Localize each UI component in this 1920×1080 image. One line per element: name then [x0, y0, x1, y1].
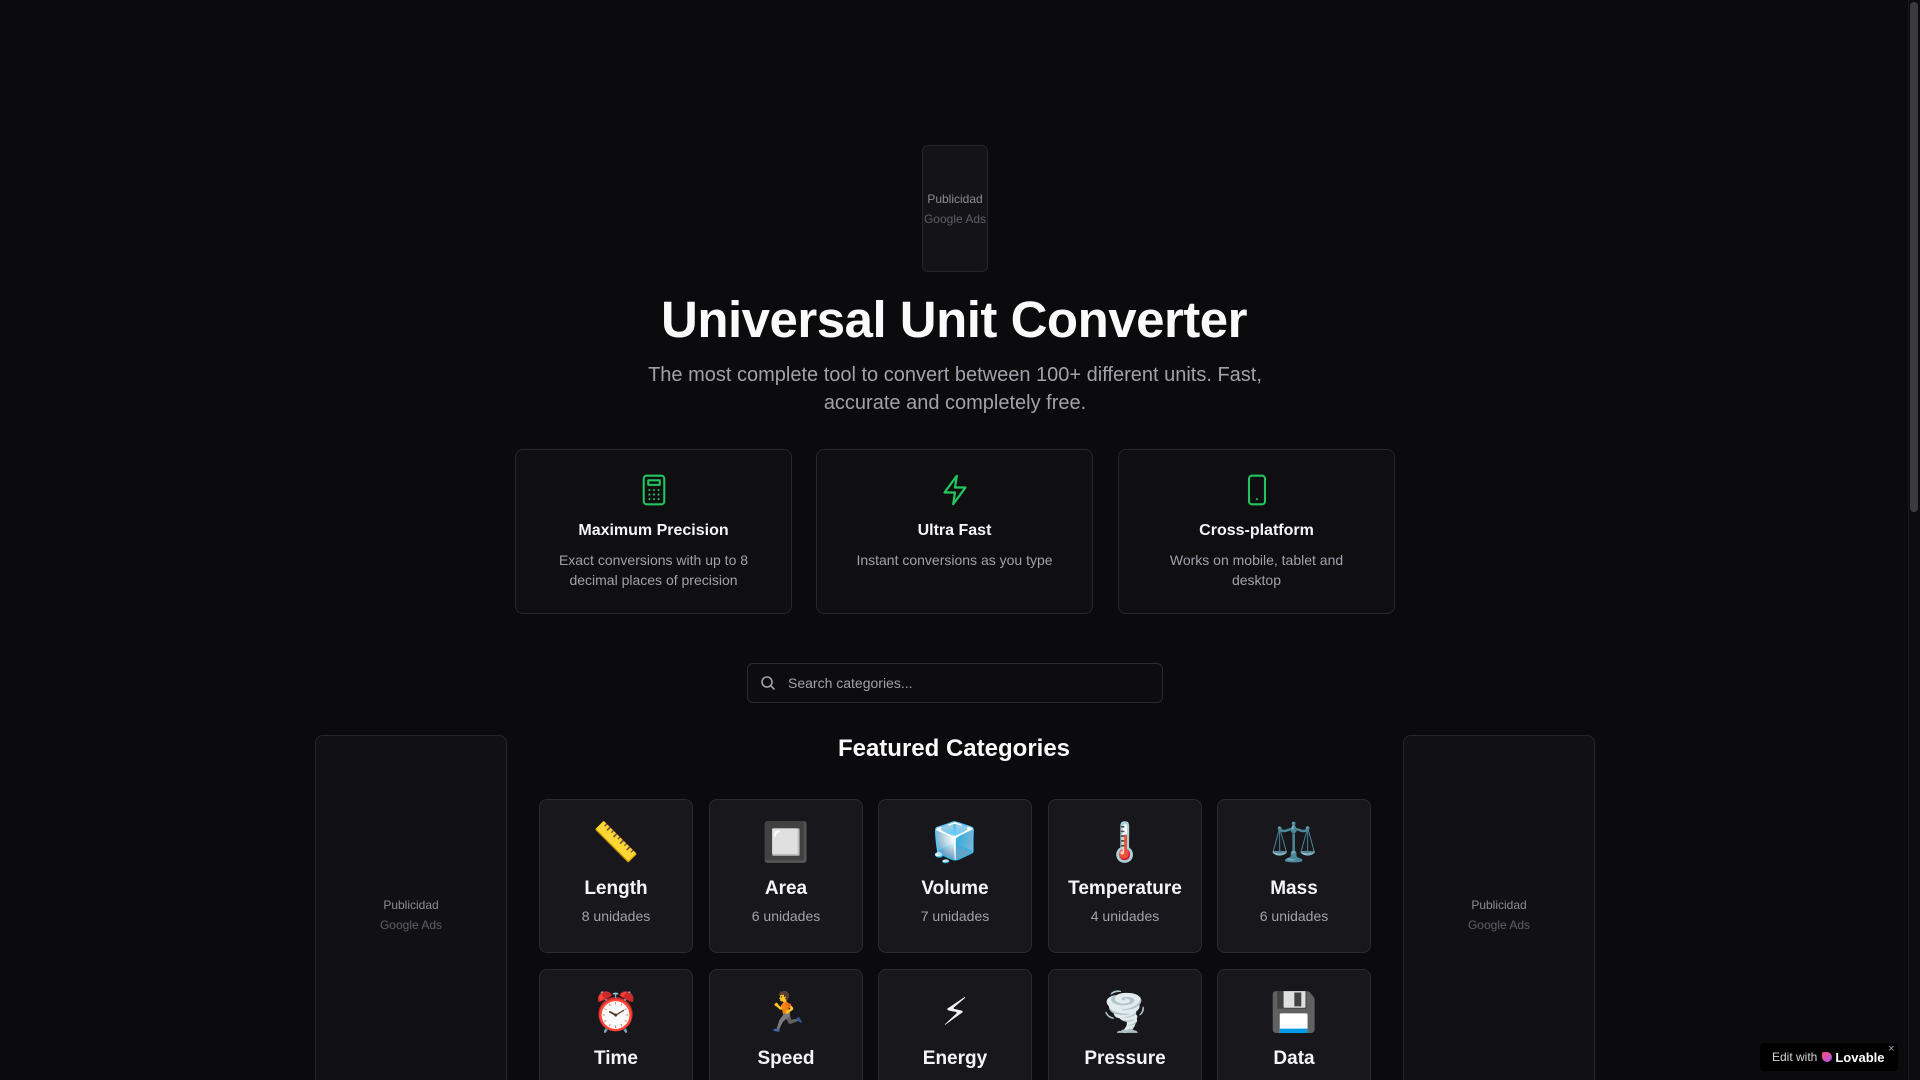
search-box[interactable] [747, 663, 1163, 703]
ad-slot-left[interactable]: Publicidad Google Ads [315, 735, 507, 1080]
feature-card-precision: Maximum Precision Exact conversions with… [515, 449, 792, 614]
page: Publicidad Google Ads Universal Unit Con… [0, 0, 1920, 1080]
feature-description: Instant conversions as you type [856, 552, 1053, 568]
category-name: Pressure [1084, 1048, 1166, 1069]
category-card-volume[interactable]: 🧊 Volume 7 unidades [878, 799, 1032, 953]
category-name: Time [593, 1048, 638, 1069]
category-card-time[interactable]: ⏰ Time [539, 969, 693, 1080]
ad-label: Publicidad [1471, 898, 1527, 912]
runner-icon: 🏃 [762, 990, 810, 1034]
search-icon [760, 675, 776, 691]
featured-categories-title: Featured Categories [837, 735, 1071, 762]
ruler-icon: 📏 [592, 820, 640, 864]
calculator-icon [516, 474, 791, 506]
category-card-area[interactable]: 🔲 Area 6 unidades [709, 799, 863, 953]
feature-title: Ultra Fast [917, 522, 992, 539]
scrollbar-thumb[interactable] [1910, 2, 1918, 512]
feature-description: Exact conversions with up to 8 decimal p… [558, 552, 749, 588]
category-name: Volume [921, 878, 989, 899]
badge-brand: Lovable [1835, 1049, 1885, 1065]
ad-provider: Google Ads [379, 918, 443, 932]
category-name: Mass [1270, 878, 1318, 899]
category-name: Data [1273, 1048, 1315, 1069]
lovable-heart-icon [1822, 1052, 1833, 1062]
category-unit-count: 8 unidades [581, 908, 651, 924]
floppy-disk-icon: 💾 [1270, 990, 1318, 1034]
category-name: Temperature [1068, 878, 1182, 899]
feature-card-cross-platform: Cross-platform Works on mobile, tablet a… [1118, 449, 1395, 614]
category-name: Energy [922, 1048, 988, 1069]
feature-card-fast: Ultra Fast Instant conversions as you ty… [816, 449, 1093, 614]
category-card-energy[interactable]: ⚡ Energy [878, 969, 1032, 1080]
ad-slot-right[interactable]: Publicidad Google Ads [1403, 735, 1595, 1080]
feature-title: Cross-platform [1199, 522, 1314, 539]
badge-prefix: Edit with [1772, 1050, 1818, 1064]
page-subtitle: The most complete tool to convert betwee… [648, 364, 1262, 414]
alarm-clock-icon: ⏰ [592, 990, 640, 1034]
category-card-data[interactable]: 💾 Data [1217, 969, 1371, 1080]
ad-provider: Google Ads [923, 211, 987, 226]
ad-label: Publicidad [383, 898, 439, 912]
category-card-pressure[interactable]: 🌪️ Pressure [1048, 969, 1202, 1080]
ad-slot-top[interactable]: Publicidad Google Ads [922, 145, 988, 272]
category-unit-count: 4 unidades [1090, 908, 1160, 924]
edit-with-lovable-badge[interactable]: Edit with Lovable [1760, 1043, 1898, 1071]
close-icon[interactable]: × [1888, 1043, 1894, 1055]
category-name: Length [584, 878, 648, 899]
category-card-temperature[interactable]: 🌡️ Temperature 4 unidades [1048, 799, 1202, 953]
category-card-speed[interactable]: 🏃 Speed [709, 969, 863, 1080]
category-unit-count: 6 unidades [1259, 908, 1329, 924]
thermometer-icon: 🌡️ [1101, 820, 1149, 864]
search-input[interactable] [788, 675, 1162, 691]
ad-label: Publicidad [927, 191, 983, 206]
smartphone-icon [1119, 474, 1394, 506]
category-unit-count: 6 unidades [751, 908, 821, 924]
category-card-length[interactable]: 📏 Length 8 unidades [539, 799, 693, 953]
square-icon: 🔲 [762, 820, 810, 864]
category-card-mass[interactable]: ⚖️ Mass 6 unidades [1217, 799, 1371, 953]
page-title: Universal Unit Converter [660, 291, 1248, 348]
lightning-icon: ⚡ [941, 990, 969, 1034]
feature-title: Maximum Precision [578, 522, 729, 539]
category-name: Area [764, 878, 808, 899]
lightning-icon [817, 474, 1092, 506]
scrollbar[interactable] [1908, 0, 1920, 1080]
category-name: Speed [757, 1048, 815, 1069]
tornado-icon: 🌪️ [1101, 990, 1149, 1034]
category-unit-count: 7 unidades [920, 908, 990, 924]
ice-cube-icon: 🧊 [931, 820, 979, 864]
ad-provider: Google Ads [1467, 918, 1531, 932]
feature-description: Works on mobile, tablet and desktop [1169, 552, 1344, 588]
scale-icon: ⚖️ [1270, 820, 1318, 864]
